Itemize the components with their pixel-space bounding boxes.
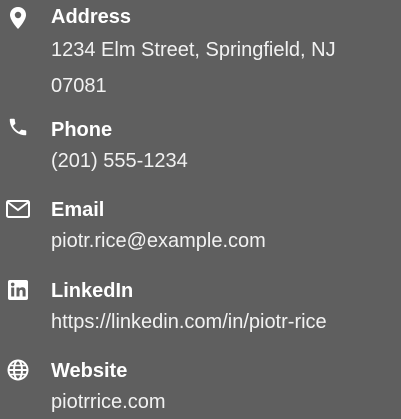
contact-item-email: Email piotr.rice@example.com xyxy=(0,195,401,261)
address-line-2: 07081 xyxy=(51,75,107,97)
website-label: Website xyxy=(51,360,128,382)
website-value[interactable]: piotrrice.com xyxy=(51,384,397,419)
address-line-1: 1234 Elm Street, Springfield, NJ xyxy=(51,39,336,61)
contact-info-list: Address 1234 Elm Street, Springfield, NJ… xyxy=(0,0,401,419)
address-label: Address xyxy=(51,6,132,28)
address-value: 1234 Elm Street, Springfield, NJ 07081 xyxy=(51,32,397,104)
globe-icon xyxy=(5,358,31,382)
contact-item-address: Address 1234 Elm Street, Springfield, NJ… xyxy=(0,2,401,102)
phone-icon xyxy=(5,115,31,139)
contact-item-linkedin: LinkedIn https://linkedin.com/in/piotr-r… xyxy=(0,276,401,342)
email-label: Email xyxy=(51,199,105,221)
email-value[interactable]: piotr.rice@example.com xyxy=(51,223,397,259)
contact-item-website: Website piotrrice.com xyxy=(0,356,401,419)
envelope-icon xyxy=(5,197,31,221)
map-marker-icon xyxy=(5,6,31,30)
contact-item-phone: Phone (201) 555-1234 xyxy=(0,115,401,181)
linkedin-value[interactable]: https://linkedin.com/in/piotr-rice xyxy=(51,304,397,340)
linkedin-label: LinkedIn xyxy=(51,280,134,302)
phone-value[interactable]: (201) 555-1234 xyxy=(51,143,397,179)
phone-label: Phone xyxy=(51,119,113,141)
linkedin-icon xyxy=(5,278,31,302)
